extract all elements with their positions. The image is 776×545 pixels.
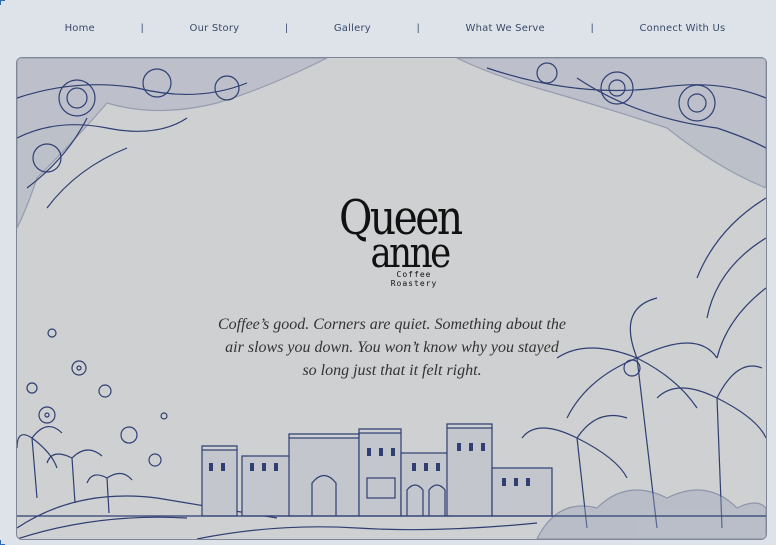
nav-separator: | — [416, 22, 420, 34]
hero-banner: Queen anne Coffee Roastery Coffee’s good… — [16, 57, 767, 540]
hero-illustration — [17, 58, 766, 539]
nav-separator: | — [590, 22, 594, 34]
nav-separator: | — [140, 22, 144, 34]
nav-gallery[interactable]: Gallery — [334, 23, 371, 34]
selection-corner-marker — [0, 540, 5, 545]
nav-what-we-serve[interactable]: What We Serve — [465, 23, 544, 34]
selection-corner-marker — [0, 0, 5, 5]
logo-line-anne: anne — [370, 228, 451, 277]
hero-tagline: Coffee’s good. Corners are quiet. Someth… — [218, 316, 566, 379]
nav-connect-with-us[interactable]: Connect With Us — [639, 23, 725, 34]
nav-separator: | — [285, 22, 288, 34]
nav-home[interactable]: Home — [65, 23, 95, 34]
nav-our-story[interactable]: Our Story — [190, 23, 240, 34]
top-navigation: Home | Our Story | Gallery | What We Ser… — [0, 0, 776, 56]
brand-logo: Queen anne Coffee Roastery — [330, 194, 463, 288]
